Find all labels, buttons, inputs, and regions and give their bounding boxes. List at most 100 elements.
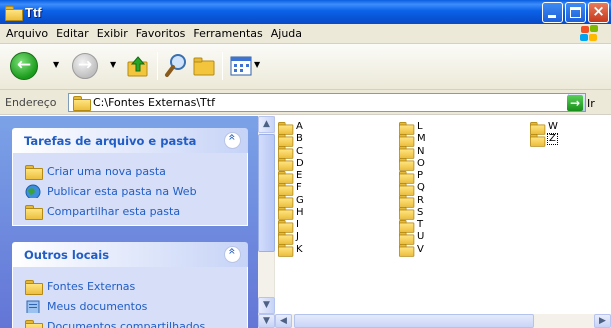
folder-item-o[interactable]: O [399, 157, 509, 172]
back-button[interactable]: ← [10, 52, 38, 80]
menu-arquivo[interactable]: Arquivo [6, 27, 48, 40]
folder-icon [399, 146, 415, 159]
folder-item-u[interactable]: U [399, 231, 509, 245]
folder-item-t[interactable]: T [399, 219, 509, 233]
folder-item-e[interactable]: E [278, 170, 388, 184]
close-button[interactable]: × [588, 2, 609, 23]
folder-item-s[interactable]: S [399, 207, 509, 221]
folders-button[interactable] [193, 55, 217, 77]
forward-arrow-icon: → [77, 55, 93, 75]
folder-item-g[interactable]: G [278, 194, 388, 208]
place-label: Fontes Externas [47, 279, 136, 293]
folder-name: B [296, 133, 303, 145]
folder-item-m[interactable]: M [399, 133, 509, 147]
place-label: Meus documentos [47, 299, 148, 313]
menu-favoritos[interactable]: Favoritos [136, 27, 186, 40]
menu-ferramentas[interactable]: Ferramentas [193, 27, 262, 40]
maximize-button[interactable] [565, 2, 586, 23]
folder-name: F [296, 182, 302, 194]
scroll-corner-down-button[interactable]: ▼ [258, 314, 275, 328]
up-folder-button[interactable] [126, 54, 150, 78]
back-dropdown-icon[interactable]: ▼ [53, 60, 59, 69]
folder-icon [399, 121, 415, 135]
horizontal-scroll-thumb[interactable] [294, 314, 534, 328]
go-button[interactable]: Ir [587, 97, 595, 110]
folder-icon [278, 231, 294, 245]
folder-icon [5, 5, 23, 21]
task-new-folder[interactable]: Criar uma nova pasta [25, 161, 247, 181]
places-panel-header[interactable]: Outros locais [12, 242, 248, 267]
scroll-down-button[interactable]: ▼ [258, 297, 275, 314]
folder-icon [25, 279, 43, 295]
views-dropdown-icon[interactable]: ▼ [254, 60, 260, 69]
folder-icon [399, 158, 415, 172]
window-title: Ttf [25, 4, 42, 20]
minimize-button[interactable] [542, 2, 563, 23]
forward-button[interactable]: → [72, 53, 98, 79]
go-arrow-icon[interactable]: → [567, 95, 583, 111]
place-my-documents[interactable]: Meus documentos [25, 296, 247, 316]
menu-editar[interactable]: Editar [56, 27, 89, 40]
folder-item-j[interactable]: J [278, 231, 388, 245]
folder-icon [278, 170, 294, 184]
folder-icon [399, 207, 415, 221]
folder-item-d[interactable]: D [278, 158, 388, 172]
toolbar: ← ▼ → ▼ ▼ [0, 44, 611, 90]
folder-item-z[interactable]: Z [530, 133, 611, 147]
place-fontes-externas[interactable]: Fontes Externas [25, 276, 247, 296]
tasks-panel-header[interactable]: Tarefas de arquivo e pasta [12, 128, 248, 153]
folder-name: G [296, 194, 304, 206]
folder-item-a[interactable]: A [278, 121, 388, 135]
folder-name: Q [417, 182, 425, 194]
folder-item-i[interactable]: I [278, 219, 388, 233]
windows-logo-icon [577, 25, 603, 43]
folder-column: ABCDEFGHIJK [278, 121, 388, 257]
task-share-folder[interactable]: Compartilhar esta pasta [25, 201, 247, 221]
folder-item-q[interactable]: Q [399, 182, 509, 196]
folder-item-b[interactable]: B [278, 133, 388, 147]
folder-item-w[interactable]: W [530, 121, 611, 135]
folder-item-p[interactable]: P [399, 170, 509, 184]
vertical-scroll-thumb[interactable] [258, 134, 275, 252]
place-shared-documents[interactable]: Documentos compartilhados [25, 316, 247, 328]
menu-exibir[interactable]: Exibir [97, 27, 128, 40]
folder-item-h[interactable]: H [278, 207, 388, 221]
folder-item-n[interactable]: N [399, 146, 509, 159]
folder-item-l[interactable]: L [399, 121, 509, 135]
folder-name: O [417, 157, 425, 169]
collapse-chevron-icon[interactable] [224, 132, 241, 149]
folder-name: V [417, 243, 424, 255]
folder-name: J [296, 231, 299, 243]
search-button[interactable] [164, 53, 188, 79]
scroll-left-button[interactable]: ◀ [275, 314, 292, 328]
forward-dropdown-icon[interactable]: ▼ [110, 60, 116, 69]
collapse-chevron-icon[interactable] [224, 246, 241, 263]
address-input[interactable]: C:\Fontes Externas\Ttf [68, 93, 586, 112]
task-publish-web[interactable]: Publicar esta pasta na Web [25, 181, 247, 201]
folder-item-c[interactable]: C [278, 146, 388, 159]
web-publish-icon [25, 184, 41, 198]
horizontal-scrollbar[interactable]: ▼ ◀ ▶ [258, 314, 611, 328]
title-bar[interactable]: Ttf × [0, 0, 611, 24]
views-button[interactable] [230, 56, 252, 76]
file-folder-tasks-panel: Tarefas de arquivo e pasta Criar uma nov… [12, 128, 248, 226]
address-bar: Endereço C:\Fontes Externas\Ttf → Ir [0, 90, 611, 115]
vertical-scrollbar[interactable]: ▲ ▼ [258, 116, 275, 314]
folder-item-f[interactable]: F [278, 182, 388, 196]
folder-name: W [548, 121, 558, 133]
folder-icon [278, 182, 294, 196]
folder-item-v[interactable]: V [399, 243, 509, 257]
scroll-up-button[interactable]: ▲ [258, 116, 275, 133]
menu-ajuda[interactable]: Ajuda [271, 27, 302, 40]
tasks-panel-title: Tarefas de arquivo e pasta [24, 134, 197, 148]
folder-item-k[interactable]: K [278, 244, 388, 257]
shared-documents-icon [25, 319, 43, 328]
back-arrow-icon: ← [16, 55, 32, 75]
folder-icon [278, 219, 294, 233]
new-folder-icon [25, 164, 43, 180]
folder-item-r[interactable]: R [399, 195, 509, 208]
up-folder-icon [127, 56, 148, 77]
scroll-right-button[interactable]: ▶ [594, 314, 611, 328]
maximize-icon [570, 7, 581, 18]
share-folder-icon [25, 204, 43, 220]
